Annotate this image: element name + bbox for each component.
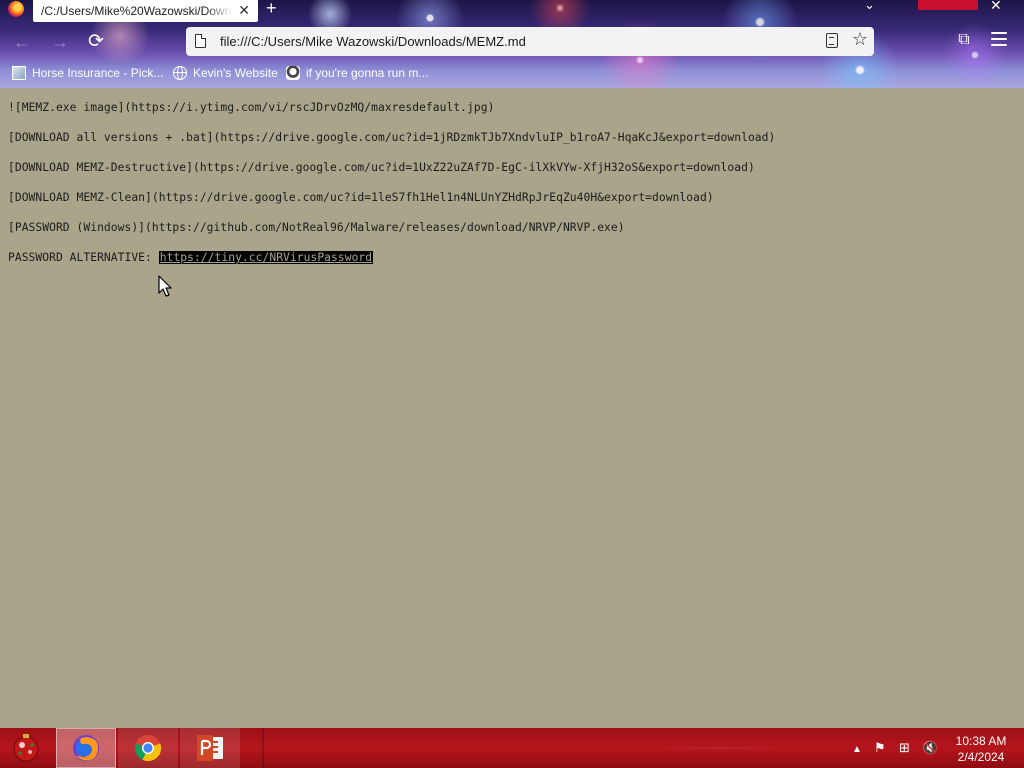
network-icon[interactable]: ⊞ <box>899 740 910 756</box>
bookmark-star-icon[interactable]: ☆ <box>852 29 868 50</box>
md-line-download-all: [DOWNLOAD all versions + .bat](https://d… <box>8 131 776 144</box>
volume-muted-icon[interactable]: 🔇 <box>922 740 938 756</box>
globe-icon <box>173 66 187 80</box>
firefox-icon <box>8 1 24 17</box>
taskbar-divider <box>262 728 264 768</box>
md-line-password-alternative: PASSWORD ALTERNATIVE: https://tiny.cc/NR… <box>8 251 374 264</box>
url-text[interactable]: file:///C:/Users/Mike Wazowski/Downloads… <box>220 34 526 49</box>
window-close-hover <box>918 0 978 10</box>
password-alt-link[interactable]: https://tiny.cc/NRVirusPassword <box>158 251 374 264</box>
bookmarks-toolbar: Horse Insurance - Pick... Kevin's Websit… <box>0 62 1024 84</box>
tab-close-icon[interactable]: ✕ <box>238 1 250 19</box>
system-clock[interactable]: 10:38 AM 2/4/2024 <box>950 733 1012 765</box>
chrome-icon <box>134 735 162 762</box>
clock-time: 10:38 AM <box>955 734 1007 748</box>
taskbar-firefox[interactable] <box>56 728 116 768</box>
start-orb-icon[interactable] <box>6 732 46 764</box>
bookmark-if-youre-gonna[interactable]: if you're gonna run m... <box>286 64 428 82</box>
bookmark-label: Horse Insurance - Pick... <box>32 66 164 80</box>
tab-strip: /C:/Users/Mike%20Wazowski/Downl... ✕ + ⌄… <box>0 0 1024 22</box>
powerpoint-icon <box>197 735 223 761</box>
hamburger-menu-icon[interactable] <box>991 32 1007 46</box>
list-all-tabs-icon[interactable]: ⌄ <box>864 0 875 13</box>
md-line-download-destructive: [DOWNLOAD MEMZ-Destructive](https://driv… <box>8 161 755 174</box>
bookmark-horse-insurance[interactable]: Horse Insurance - Pick... <box>12 64 163 82</box>
new-tab-icon[interactable]: + <box>266 0 277 19</box>
reload-button[interactable]: ⟳ <box>85 31 107 53</box>
skull-favicon-icon <box>286 66 300 80</box>
action-center-flag-icon[interactable]: ⚑ <box>874 740 886 756</box>
address-bar[interactable]: file:///C:/Users/Mike Wazowski/Downloads… <box>186 27 874 56</box>
bookmark-label: Kevin's Website <box>193 66 278 80</box>
bookmark-kevins-website[interactable]: Kevin's Website <box>173 64 278 82</box>
image-favicon-icon <box>12 66 26 80</box>
page-icon <box>195 34 206 48</box>
md-line-download-clean: [DOWNLOAD MEMZ-Clean](https://drive.goog… <box>8 191 714 204</box>
markdown-document: ![MEMZ.exe image](https://i.ytimg.com/vi… <box>0 88 1024 728</box>
md-line-image: ![MEMZ.exe image](https://i.ytimg.com/vi… <box>8 101 495 114</box>
show-hidden-icons-icon[interactable]: ▲ <box>852 742 862 758</box>
reader-view-icon[interactable] <box>826 33 838 48</box>
taskbar: ▲ ⚑ ⊞ 🔇 10:38 AM 2/4/2024 <box>0 728 1024 768</box>
tab-memz-md[interactable]: /C:/Users/Mike%20Wazowski/Downl... ✕ <box>33 0 258 22</box>
password-alt-label: PASSWORD ALTERNATIVE: <box>8 251 159 264</box>
window-close-icon[interactable]: ✕ <box>990 0 1002 14</box>
tab-title: /C:/Users/Mike%20Wazowski/Downl... <box>41 4 233 18</box>
extensions-icon[interactable]: ⧉ <box>955 31 973 49</box>
forward-button[interactable]: → <box>49 31 71 53</box>
back-button[interactable]: ← <box>11 31 33 53</box>
bookmark-label: if you're gonna run m... <box>306 66 429 80</box>
browser-toolbar: /C:/Users/Mike%20Wazowski/Downl... ✕ + ⌄… <box>0 0 1024 88</box>
mouse-cursor-icon <box>158 275 172 297</box>
md-line-password: [PASSWORD (Windows)](https://github.com/… <box>8 221 625 234</box>
firefox-icon <box>73 735 99 761</box>
clock-date: 2/4/2024 <box>957 750 1005 764</box>
taskbar-powerpoint[interactable] <box>180 728 240 768</box>
taskbar-chrome[interactable] <box>118 728 178 768</box>
